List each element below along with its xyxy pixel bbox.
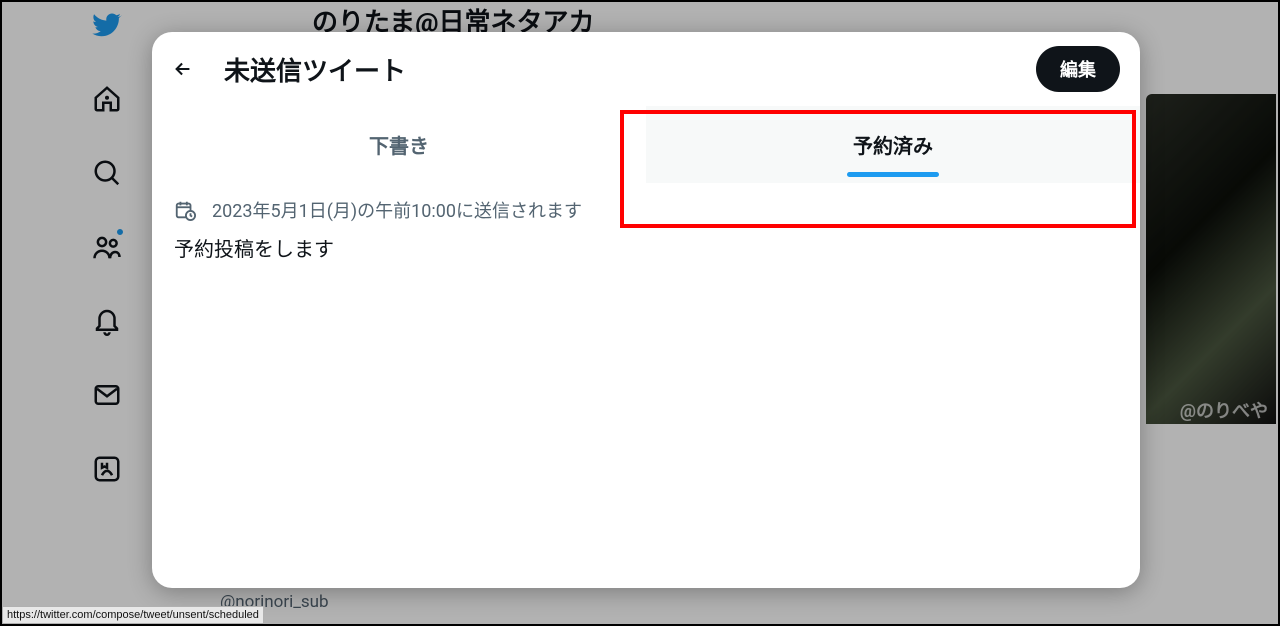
modal-header: 未送信ツイート 編集 [152, 32, 1140, 106]
back-button[interactable] [164, 50, 202, 88]
unsent-tweets-modal: 未送信ツイート 編集 下書き 予約済み 2023年5月1日(月)の午前10:00… [152, 32, 1140, 588]
edit-button[interactable]: 編集 [1036, 46, 1120, 92]
tab-underline [847, 172, 939, 177]
tab-scheduled[interactable]: 予約済み [646, 106, 1140, 183]
modal-title: 未送信ツイート [224, 51, 1014, 88]
browser-status-bar: https://twitter.com/compose/tweet/unsent… [2, 606, 264, 624]
tabs: 下書き 予約済み [152, 106, 1140, 183]
scheduled-body: 予約投稿をします [174, 233, 1118, 262]
tab-scheduled-label: 予約済み [853, 134, 933, 158]
scheduled-tweet-item[interactable]: 2023年5月1日(月)の午前10:00に送信されます 予約投稿をします [152, 183, 1140, 276]
arrow-left-icon [172, 58, 194, 80]
scheduled-meta: 2023年5月1日(月)の午前10:00に送信されます [174, 197, 1118, 223]
tab-drafts[interactable]: 下書き [152, 106, 646, 183]
scheduled-meta-text: 2023年5月1日(月)の午前10:00に送信されます [212, 197, 582, 223]
tab-drafts-label: 下書き [369, 134, 429, 158]
calendar-clock-icon [174, 199, 196, 221]
